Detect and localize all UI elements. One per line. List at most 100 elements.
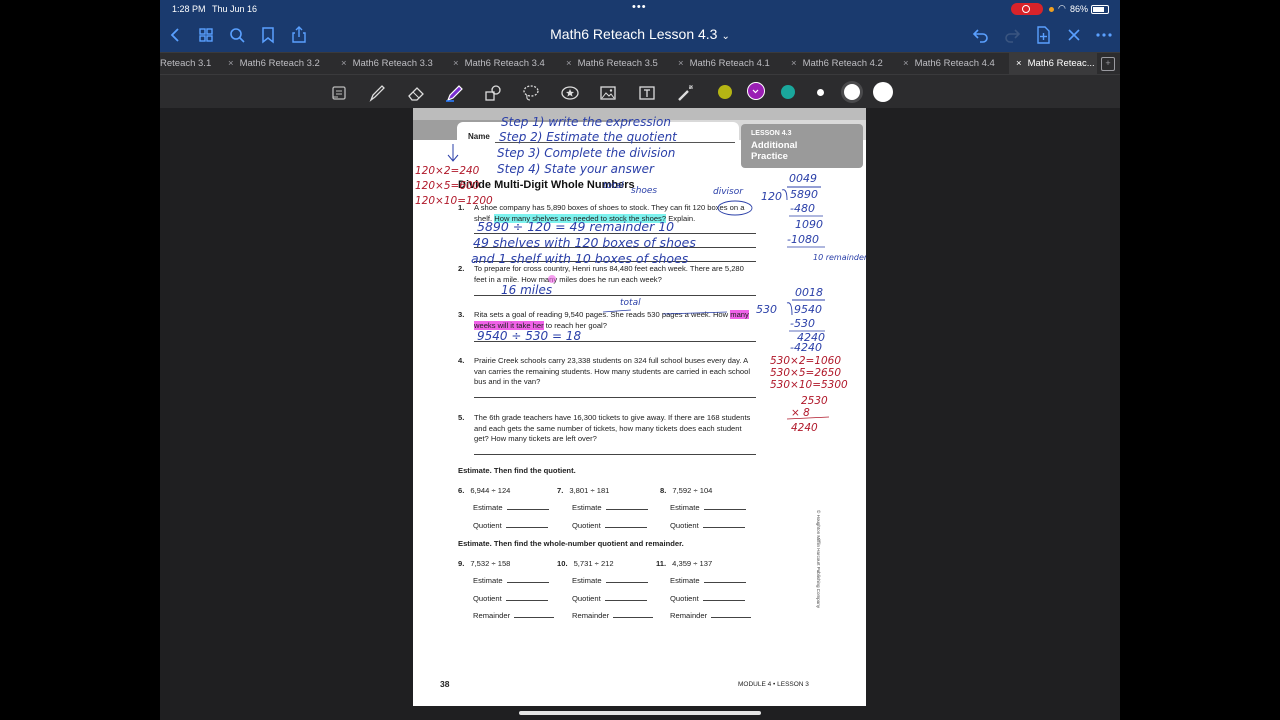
stroke-size-large[interactable] [873, 82, 893, 102]
ink-longdiv2-sub1: -530 [790, 317, 815, 330]
question-text: The 6th grade teachers have 16,300 ticke… [474, 413, 751, 443]
estimate-label: Estimate [473, 503, 503, 512]
highlighter-icon[interactable] [444, 83, 464, 103]
tab-close-icon[interactable]: × [1016, 58, 1022, 69]
ink-longdiv1-sub2: -1080 [787, 233, 819, 246]
tab-label: Math6 Reteach 3.5 [577, 58, 658, 69]
tab-reteach-4-4[interactable]: × Math6 Reteach 4.4 [903, 53, 995, 75]
tab-close-icon[interactable]: × [228, 58, 234, 69]
tab-close-icon[interactable]: × [791, 58, 797, 69]
tab-reteach-3-2[interactable]: × Math6 Reteach 3.2 [228, 53, 320, 75]
lesson-title-line-2: Practice [751, 151, 788, 162]
remainder-field[interactable]: Remainder [670, 611, 752, 620]
ink-longdiv2-quotient: 0018 [795, 286, 823, 299]
page-number: 38 [440, 679, 450, 689]
estimate-field[interactable]: Estimate [473, 576, 549, 585]
question-number: 2. [458, 264, 465, 273]
tab-close-icon[interactable]: × [566, 58, 572, 69]
laser-icon[interactable] [675, 83, 695, 103]
quotient-field[interactable]: Quotient [670, 594, 745, 603]
tab-close-icon[interactable]: × [341, 58, 347, 69]
reader-icon[interactable] [329, 83, 349, 103]
tab-close-icon[interactable]: × [453, 58, 459, 69]
undo-icon[interactable] [971, 25, 991, 45]
ink-arrow-down [447, 144, 459, 162]
shapes-icon[interactable] [483, 83, 503, 103]
name-line [495, 142, 735, 143]
close-icon[interactable] [1064, 25, 1084, 45]
answer-line [474, 341, 756, 342]
mic-indicator-icon [1049, 7, 1054, 12]
sticker-icon[interactable] [560, 83, 580, 103]
estimate-field[interactable]: Estimate [670, 503, 746, 512]
estimate-field[interactable]: Estimate [670, 576, 746, 585]
color-swatch-purple-selected[interactable] [747, 82, 765, 100]
copyright-notice: © Houghton Mifflin Harcourt Publishing C… [816, 510, 821, 609]
tab-label: Math6 Reteach 3.4 [464, 58, 545, 69]
remainder-field[interactable]: Remainder [473, 611, 555, 620]
tab-close-icon[interactable]: × [903, 58, 909, 69]
problem-expression: 7,532 ÷ 158 [470, 559, 511, 568]
answer-line [474, 261, 756, 262]
problem-number: 8. [660, 486, 667, 495]
document-canvas[interactable]: Name LESSON 4.3 Additional Practice Divid… [160, 108, 1120, 720]
tab-reteach-3-3[interactable]: × Math6 Reteach 3.3 [341, 53, 433, 75]
estimate-field[interactable]: Estimate [473, 503, 549, 512]
tab-reteach-3-1[interactable]: Reteach 3.1 [160, 53, 211, 75]
quotient-label: Quotient [670, 521, 699, 530]
ink-left-work-1: 120×2=240 [415, 165, 480, 177]
tab-reteach-4-3-active[interactable]: × Math6 Reteac... [1009, 53, 1097, 75]
question-text-b: Explain. [666, 213, 696, 223]
problem-expression: 6,944 ÷ 124 [470, 486, 511, 495]
question-number: 1. [458, 203, 465, 212]
lesson-badge: LESSON 4.3 Additional Practice [741, 124, 863, 168]
highlighted-question: How many shelves are needed to stock the… [494, 213, 667, 223]
tab-reteach-3-4[interactable]: × Math6 Reteach 3.4 [453, 53, 545, 75]
ink-longdiv1-quotient: 0049 [789, 172, 817, 185]
quotient-field[interactable]: Quotient [670, 521, 745, 530]
screen-recording-icon[interactable] [1011, 3, 1043, 15]
worksheet-page[interactable]: Name LESSON 4.3 Additional Practice Divid… [413, 108, 866, 706]
tab-bar: Reteach 3.1 × Math6 Reteach 3.2 × Math6 Re… [160, 52, 1120, 75]
quotient-field[interactable]: Quotient [572, 594, 647, 603]
color-swatch-olive[interactable] [718, 85, 732, 99]
stroke-size-small[interactable] [817, 89, 824, 96]
tab-reteach-4-2[interactable]: × Math6 Reteach 4.2 [791, 53, 883, 75]
estimate-field[interactable]: Estimate [572, 576, 648, 585]
question-number: 4. [458, 356, 465, 365]
problem-8: 8. 7,592 ÷ 104 [660, 486, 712, 495]
problem-expression: 3,801 ÷ 181 [569, 486, 610, 495]
ink-mult-2: 530×5=2650 [770, 367, 841, 379]
tab-reteach-3-5[interactable]: × Math6 Reteach 3.5 [566, 53, 658, 75]
problem-number: 9. [458, 559, 465, 568]
redo-icon[interactable] [1002, 25, 1022, 45]
problem-expression: 5,731 ÷ 212 [573, 559, 614, 568]
quotient-field[interactable]: Quotient [473, 521, 548, 530]
text-icon[interactable] [637, 83, 657, 103]
new-tab-icon[interactable]: + [1101, 57, 1115, 71]
stroke-size-medium-selected[interactable] [841, 81, 863, 103]
multitasking-dots-icon[interactable]: ••• [632, 1, 647, 13]
problem-10: 10. 5,731 ÷ 212 [557, 559, 614, 568]
ink-longdiv1-dividend: 5890 [790, 188, 818, 201]
quotient-field[interactable]: Quotient [572, 521, 647, 530]
more-icon[interactable] [1094, 25, 1114, 45]
pen-icon[interactable] [367, 83, 387, 103]
add-page-icon[interactable] [1033, 25, 1053, 45]
ink-mult-3: 530×10=5300 [770, 379, 848, 391]
tab-close-icon[interactable]: × [678, 58, 684, 69]
remainder-field[interactable]: Remainder [572, 611, 654, 620]
answer-line [474, 397, 756, 398]
image-icon[interactable] [598, 83, 618, 103]
eraser-icon[interactable] [406, 83, 426, 103]
lasso-icon[interactable] [521, 83, 541, 103]
quotient-field[interactable]: Quotient [473, 594, 548, 603]
answer-line [474, 247, 756, 248]
tab-label: Math6 Reteach 3.3 [352, 58, 433, 69]
ink-longdiv1-divisor: 120 [761, 190, 782, 203]
home-indicator[interactable] [519, 711, 761, 715]
color-swatch-teal[interactable] [781, 85, 795, 99]
tab-reteach-4-1[interactable]: × Math6 Reteach 4.1 [678, 53, 770, 75]
question-text-a: Rita sets a goal of reading 9,540 pages.… [474, 310, 731, 319]
estimate-field[interactable]: Estimate [572, 503, 648, 512]
